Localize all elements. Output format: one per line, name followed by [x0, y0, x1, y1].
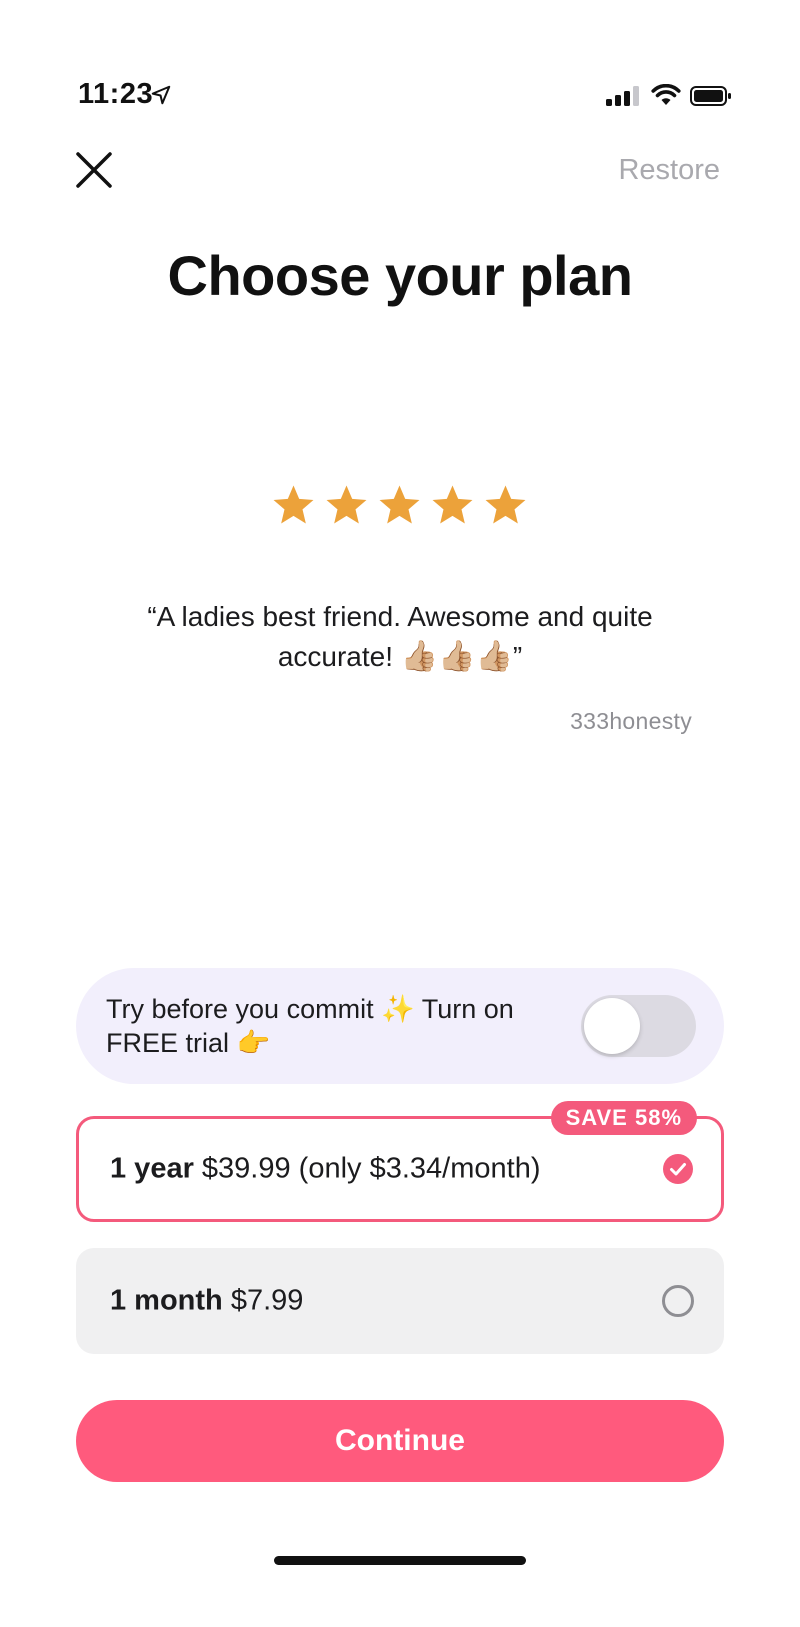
toggle-knob — [584, 998, 640, 1054]
plan-name: 1 year — [110, 1152, 194, 1185]
page-title: Choose your plan — [167, 244, 633, 307]
star-icon — [326, 485, 367, 524]
thumbs-up-emoji: 👍🏼👍🏼👍🏼 — [400, 640, 513, 673]
home-indicator — [274, 1556, 526, 1565]
free-trial-card: Try before you commit ✨ Turn on FREE tri… — [76, 968, 724, 1084]
status-time: 11:23 — [78, 78, 154, 110]
star-icon — [485, 485, 526, 524]
free-trial-text: Try before you commit ✨ Turn on FREE tri… — [106, 994, 514, 1058]
location-arrow-icon — [151, 85, 171, 105]
restore-button[interactable]: Restore — [618, 154, 720, 187]
close-icon[interactable] — [74, 150, 114, 190]
review-quote: “A ladies best friend. Awesome and quite… — [100, 597, 700, 677]
free-trial-toggle[interactable] — [581, 995, 696, 1057]
plan-label: 1 month $7.99 — [110, 1285, 303, 1318]
plan-label: 1 year $39.99 (only $3.34/month) — [110, 1153, 540, 1186]
star-icon — [432, 485, 473, 524]
plan-option-monthly[interactable]: 1 month $7.99 — [76, 1248, 724, 1354]
battery-icon — [690, 86, 731, 106]
plan-name: 1 month — [110, 1284, 223, 1317]
rating-stars — [270, 482, 530, 532]
star-icon — [273, 485, 314, 524]
review-quote-close: ” — [512, 641, 523, 672]
star-icon — [379, 485, 420, 524]
checkmark-circle-icon — [663, 1154, 693, 1184]
review-author: 333honesty — [570, 708, 692, 734]
plan-option-yearly[interactable]: SAVE 58% 1 year $39.99 (only $3.34/month… — [76, 1101, 724, 1222]
cellular-signal-icon — [606, 86, 639, 106]
plan-price: $7.99 — [230, 1284, 304, 1317]
wifi-icon — [651, 84, 681, 105]
continue-button[interactable]: Continue — [76, 1400, 724, 1482]
save-badge: SAVE 58% — [550, 1101, 697, 1135]
radio-circle-icon — [662, 1285, 694, 1317]
plan-price: $39.99 (only $3.34/month) — [201, 1152, 541, 1185]
